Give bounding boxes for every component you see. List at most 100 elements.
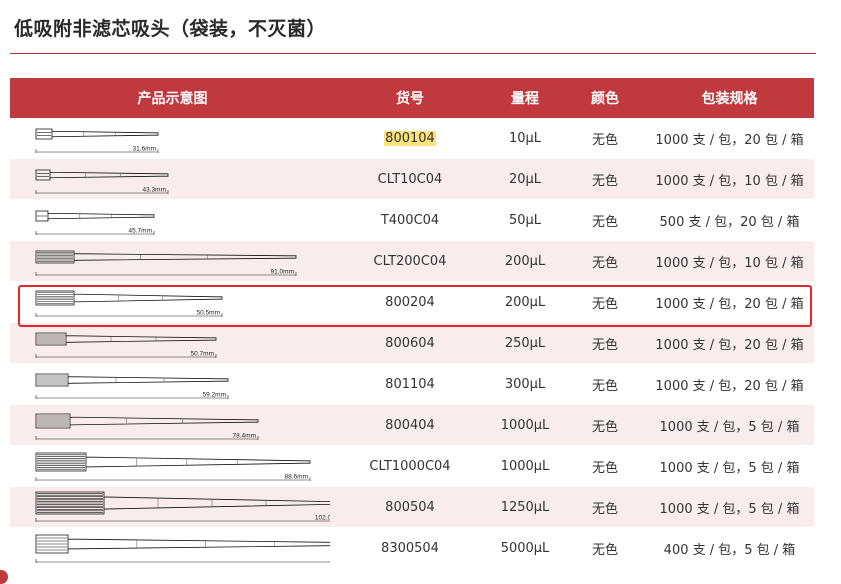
- color-cell: 无色: [565, 445, 645, 487]
- part-number-cell: 801104: [335, 363, 485, 405]
- volume-cell-text: 1000μL: [500, 417, 550, 433]
- pipette-tip-icon: 149.9mm: [35, 534, 330, 563]
- table-header-row: 产品示意图 货号 量程 颜色 包装规格: [10, 78, 814, 118]
- color-cell-text: 无色: [591, 378, 618, 394]
- color-cell: 无色: [565, 486, 645, 528]
- tip-length-label: 91.0mm: [271, 269, 294, 276]
- pipette-tip-icon: 91.0mm: [35, 250, 297, 276]
- tip-diagram-cell: 91.0mm: [10, 240, 335, 282]
- color-cell-text: 无色: [591, 419, 618, 435]
- color-cell: 无色: [565, 158, 645, 200]
- corner-dot: [0, 570, 8, 584]
- packing-cell: 500 支 / 包，20 包 / 箱: [645, 199, 814, 241]
- color-cell-text: 无色: [591, 132, 618, 148]
- pipette-tip-icon: 50.7mm: [35, 332, 217, 358]
- table-row: 102.0mm 800504 1250μL 无色 1000 支 / 包，5 包 / 箱: [10, 486, 814, 528]
- packing-cell: 400 支 / 包，5 包 / 箱: [645, 527, 814, 569]
- tip-length-label: 59.2mm: [203, 392, 226, 399]
- pipette-tip-icon: 43.3mm: [35, 169, 169, 194]
- color-cell: 无色: [565, 527, 645, 569]
- tip-length-label: 78.4mm: [233, 433, 256, 440]
- packing-cell-text: 1000 支 / 包，5 包 / 箱: [659, 419, 800, 435]
- tip-length-label: 50.7mm: [191, 351, 214, 358]
- tip-diagram-cell: 88.6mm: [10, 445, 335, 487]
- title-divider: [10, 53, 816, 54]
- color-cell-text: 无色: [591, 542, 618, 558]
- volume-cell: 50μL: [485, 199, 565, 241]
- tip-length-label: 88.6mm: [285, 474, 308, 481]
- color-cell: 无色: [565, 322, 645, 364]
- volume-cell-text: 1000μL: [500, 458, 550, 474]
- part-number-cell-text: 8300504: [381, 540, 439, 556]
- part-number-cell: 8300504: [335, 527, 485, 569]
- tip-length-label: 31.6mm: [133, 146, 156, 153]
- volume-cell: 1000μL: [485, 404, 565, 446]
- tip-diagram-cell: 149.9mm: [10, 527, 335, 569]
- packing-cell-text: 1000 支 / 包，10 包 / 箱: [655, 255, 804, 271]
- part-number-cell: CLT10C04: [335, 158, 485, 200]
- tip-diagram-cell: 31.6mm: [10, 118, 335, 159]
- color-cell-text: 无色: [591, 214, 618, 230]
- part-number-cell-text: 800504: [385, 499, 435, 515]
- tip-length-label: 102.0mm: [315, 515, 330, 522]
- tip-diagram-cell: 45.7mm: [10, 199, 335, 241]
- packing-cell-text: 1000 支 / 包，5 包 / 箱: [659, 460, 800, 476]
- table-row: 91.0mm CLT200C04 200μL 无色 1000 支 / 包，10 包 / …: [10, 240, 814, 282]
- volume-cell-text: 10μL: [508, 130, 542, 146]
- table-row: 43.3mm CLT10C04 20μL 无色 1000 支 / 包，10 包 / 箱: [10, 158, 814, 200]
- tip-diagram-cell: 78.4mm: [10, 404, 335, 446]
- table-row: 31.6mm 800104 10μL 无色 1000 支 / 包，20 包 / 箱: [10, 118, 814, 159]
- part-number-cell: CLT200C04: [335, 240, 485, 282]
- color-cell: 无色: [565, 240, 645, 282]
- packing-cell-text: 1000 支 / 包，20 包 / 箱: [655, 337, 804, 353]
- part-number-cell: CLT1000C04: [335, 445, 485, 487]
- volume-cell-text: 20μL: [508, 171, 542, 187]
- pipette-tip-icon: 59.2mm: [35, 373, 229, 399]
- packing-cell: 1000 支 / 包，5 包 / 箱: [645, 404, 814, 446]
- header-image: 产品示意图: [10, 78, 335, 118]
- tip-diagram-cell: 43.3mm: [10, 158, 335, 200]
- volume-cell: 5000μL: [485, 527, 565, 569]
- color-cell-text: 无色: [591, 501, 618, 517]
- packing-cell: 1000 支 / 包，10 包 / 箱: [645, 158, 814, 200]
- pipette-tip-icon: 102.0mm: [35, 491, 330, 522]
- packing-cell: 1000 支 / 包，5 包 / 箱: [645, 486, 814, 528]
- color-cell: 无色: [565, 404, 645, 446]
- table-row: 78.4mm 800404 1000μL 无色 1000 支 / 包，5 包 / 箱: [10, 404, 814, 446]
- volume-cell: 250μL: [485, 322, 565, 364]
- part-number-cell: 800104: [335, 118, 485, 159]
- part-number-cell-text: CLT1000C04: [369, 458, 451, 474]
- header-color: 颜色: [565, 78, 645, 118]
- table-row: 50.7mm 800604 250μL 无色 1000 支 / 包，20 包 / 箱: [10, 322, 814, 364]
- volume-cell-text: 250μL: [504, 335, 546, 351]
- header-packing: 包装规格: [645, 78, 814, 118]
- volume-cell-text: 50μL: [508, 212, 542, 228]
- packing-cell-text: 1000 支 / 包，20 包 / 箱: [655, 378, 804, 394]
- part-number-cell-text: 800104: [384, 130, 436, 146]
- table-row: 149.9mm 8300504 5000μL 无色 400 支 / 包，5 包 / 箱: [10, 527, 814, 569]
- packing-cell: 1000 支 / 包，10 包 / 箱: [645, 240, 814, 282]
- part-number-cell-text: CLT200C04: [373, 253, 447, 269]
- volume-cell: 1000μL: [485, 445, 565, 487]
- part-number-cell: 800404: [335, 404, 485, 446]
- packing-cell-text: 1000 支 / 包，5 包 / 箱: [659, 501, 800, 517]
- pipette-tip-icon: 88.6mm: [35, 452, 311, 481]
- pipette-tip-icon: 31.6mm: [35, 128, 159, 153]
- packing-cell: 1000 支 / 包，20 包 / 箱: [645, 322, 814, 364]
- volume-cell-text: 5000μL: [500, 540, 550, 556]
- tip-diagram-cell: 59.2mm: [10, 363, 335, 405]
- tip-length-label: 43.3mm: [143, 187, 166, 194]
- color-cell: 无色: [565, 363, 645, 405]
- tip-diagram-cell: 102.0mm: [10, 486, 335, 528]
- pipette-tip-icon: 45.7mm: [35, 210, 155, 235]
- header-part-no: 货号: [335, 78, 485, 118]
- volume-cell-text: 200μL: [504, 253, 546, 269]
- packing-cell: 1000 支 / 包，5 包 / 箱: [645, 445, 814, 487]
- part-number-cell-text: T400C04: [380, 212, 440, 228]
- color-cell-text: 无色: [591, 173, 618, 189]
- volume-cell: 1250μL: [485, 486, 565, 528]
- packing-cell-text: 1000 支 / 包，10 包 / 箱: [655, 173, 804, 189]
- tip-length-label: 45.7mm: [129, 228, 152, 235]
- volume-cell: 20μL: [485, 158, 565, 200]
- part-number-cell-text: 800404: [385, 417, 435, 433]
